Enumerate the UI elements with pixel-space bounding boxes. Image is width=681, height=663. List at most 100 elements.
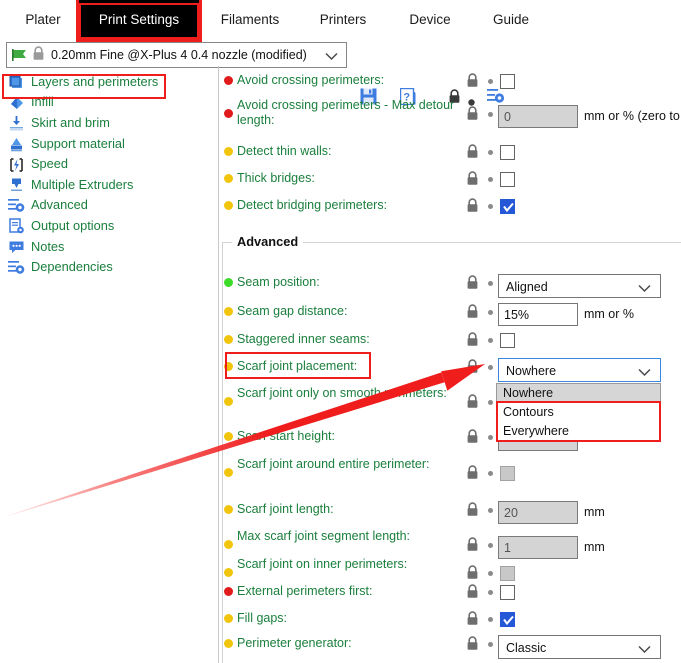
dropdown-option-everywhere[interactable]: Everywhere (497, 422, 660, 441)
lock-icon[interactable] (466, 611, 479, 629)
sidebar-item-label: Output options (31, 220, 114, 233)
revert-dot-icon[interactable] (488, 617, 493, 622)
revert-dot-icon[interactable] (488, 79, 493, 84)
revert-dot-icon[interactable] (488, 338, 493, 343)
checkbox-thick-bridges[interactable] (500, 172, 515, 187)
input-scarf-joint-length[interactable]: 20 (498, 501, 578, 524)
status-bullet-icon (224, 505, 233, 514)
checkbox-scarf-joint-around-entire-perimeter[interactable] (500, 466, 515, 481)
lock-icon[interactable] (466, 584, 479, 602)
combobox-perimeter-generator[interactable]: Classic (498, 635, 661, 659)
lock-icon[interactable] (466, 198, 479, 216)
tab-plater[interactable]: Plater (10, 0, 76, 39)
unit-label: mm or % (zero to (584, 105, 680, 128)
sidebar-item-multiple-extruders[interactable]: Multiple Extruders (0, 175, 208, 196)
revert-dot-icon[interactable] (488, 471, 493, 476)
checkbox-detect-thin-walls[interactable] (500, 145, 515, 160)
chevron-down-icon[interactable] (638, 366, 651, 380)
revert-dot-icon[interactable] (488, 365, 493, 370)
revert-dot-icon[interactable] (488, 400, 493, 405)
sidebar-item-label: Layers and perimeters (31, 76, 158, 89)
lock-icon[interactable] (466, 171, 479, 189)
setting-row-perimeter-generator: Perimeter generator:Classic (222, 635, 681, 661)
sidebar-item-dependencies[interactable]: Dependencies (0, 257, 208, 278)
setting-label: Scarf joint placement: (237, 359, 462, 374)
main-tab-bar: Plater Print SettingsFilaments Printers Dev… (0, 0, 681, 39)
revert-dot-icon[interactable] (488, 310, 493, 315)
sidebar-item-infill[interactable]: Infill (0, 93, 208, 114)
revert-dot-icon[interactable] (488, 177, 493, 182)
setting-row-scarf-joint-around-entire-perimeter: Scarf joint around entire perimeter: (222, 456, 681, 482)
input-seam-gap-distance[interactable]: 15% (498, 303, 578, 326)
chevron-down-icon[interactable] (638, 643, 651, 657)
combobox-scarf-joint-placement[interactable]: Nowhere (498, 358, 661, 382)
checkbox-avoid-crossing-perimeters[interactable] (500, 74, 515, 89)
chevron-down-icon[interactable] (638, 282, 651, 296)
revert-dot-icon[interactable] (488, 204, 493, 209)
dropdown-option-nowhere[interactable]: Nowhere (497, 384, 660, 403)
status-bullet-icon (224, 614, 233, 623)
lock-icon[interactable] (466, 332, 479, 350)
dropdown-option-contours[interactable]: Contours (497, 403, 660, 422)
input-avoid-crossing-max-detour[interactable]: 0 (498, 105, 578, 128)
sidebar-item-advanced[interactable]: Advanced (0, 196, 208, 217)
setting-label: Thick bridges: (237, 171, 462, 186)
status-bullet-icon (224, 307, 233, 316)
tab-guide[interactable]: Guide (477, 0, 545, 39)
tab-label: Guide (493, 12, 529, 27)
tab-label: Plater (25, 12, 60, 27)
status-bullet-icon (224, 397, 233, 406)
checkbox-external-perimeters-first[interactable] (500, 585, 515, 600)
scarf-joint-placement-dropdown-list[interactable]: NowhereContoursEverywhere (496, 383, 661, 442)
preset-combobox[interactable]: 0.20mm Fine @X-Plus 4 0.4 nozzle (modifi… (6, 42, 347, 68)
tab-printers[interactable]: Printers (303, 0, 383, 39)
lock-icon[interactable] (466, 106, 479, 124)
revert-dot-icon[interactable] (488, 150, 493, 155)
revert-dot-icon[interactable] (488, 281, 493, 286)
lock-icon[interactable] (466, 465, 479, 483)
tab-filaments[interactable]: Filaments (207, 0, 293, 39)
lock-icon[interactable] (466, 394, 479, 412)
lock-icon[interactable] (466, 636, 479, 654)
sidebar-item-support-material[interactable]: Support material (0, 134, 208, 155)
lock-icon[interactable] (466, 565, 479, 583)
revert-dot-icon[interactable] (488, 571, 493, 576)
sidebar-item-output-options[interactable]: Output options (0, 216, 208, 237)
status-bullet-icon (224, 174, 233, 183)
chevron-down-icon[interactable] (325, 50, 338, 64)
check-icon (502, 201, 515, 217)
revert-dot-icon[interactable] (488, 543, 493, 548)
revert-dot-icon[interactable] (488, 435, 493, 440)
lock-icon[interactable] (466, 304, 479, 322)
setting-row-avoid-crossing-max-detour: Avoid crossing perimeters - Max detour l… (222, 97, 681, 123)
status-bullet-icon (224, 639, 233, 648)
sidebar-item-notes[interactable]: Notes (0, 237, 208, 258)
checkbox-staggered-inner-seams[interactable] (500, 333, 515, 348)
lock-icon[interactable] (466, 502, 479, 520)
lock-icon[interactable] (466, 73, 479, 91)
checkbox-scarf-joint-on-inner-perimeters[interactable] (500, 566, 515, 581)
checkbox-detect-bridging-perimeters[interactable] (500, 199, 515, 214)
setting-row-scarf-joint-placement: Scarf joint placement: Nowhere (222, 358, 681, 384)
revert-dot-icon[interactable] (488, 112, 493, 117)
revert-dot-icon[interactable] (488, 642, 493, 647)
sidebar-item-skirt-and-brim[interactable]: Skirt and brim (0, 113, 208, 134)
lock-icon[interactable] (466, 275, 479, 293)
revert-dot-icon[interactable] (488, 508, 493, 513)
checkbox-fill-gaps[interactable] (500, 612, 515, 627)
tab-print-settings[interactable]: Print Settings (79, 0, 199, 39)
advanced-gear-icon (8, 198, 25, 214)
lock-icon[interactable] (466, 537, 479, 555)
speed-icon (8, 157, 25, 173)
sidebar-item-speed[interactable]: Speed (0, 154, 208, 175)
lock-icon[interactable] (466, 144, 479, 162)
sidebar-item-label: Advanced (31, 199, 88, 212)
tab-device[interactable]: Device (393, 0, 467, 39)
lock-icon[interactable] (466, 429, 479, 447)
combobox-seam-position[interactable]: Aligned (498, 274, 661, 298)
setting-row-thick-bridges: Thick bridges: (222, 170, 681, 196)
sidebar-item-layers-and-perimeters[interactable]: Layers and perimeters (0, 72, 208, 93)
revert-dot-icon[interactable] (488, 590, 493, 595)
setting-label: Fill gaps: (237, 611, 462, 626)
lock-icon[interactable] (466, 359, 479, 377)
